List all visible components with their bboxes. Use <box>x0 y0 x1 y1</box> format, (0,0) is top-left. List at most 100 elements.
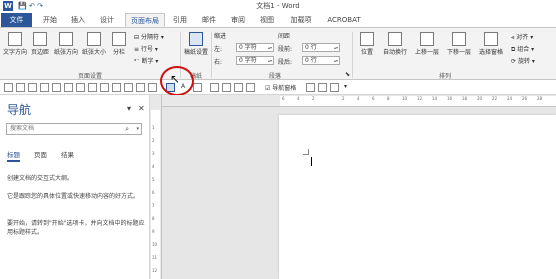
tab-insert[interactable]: 插入 <box>66 13 90 27</box>
spacing-before-label: 段前: <box>278 46 293 53</box>
nav-help-text-1: 创建文档的交互式大纲。 <box>7 175 74 182</box>
ruler-tick-label: 8 <box>387 96 390 101</box>
indent-right-label: 右: <box>214 59 223 66</box>
spacing-heading: 间距 <box>278 33 291 40</box>
rotate-button[interactable]: ⟳ 旋转 ▾ <box>511 56 535 65</box>
nav-pane-menu-icon[interactable]: ▾ <box>127 104 131 113</box>
nav-help-text-3: 要开始，请转到"开始"选项卡，并向文档中的标题应用标题样式。 <box>7 220 145 236</box>
line-numbers-button[interactable]: ≡ 行号 ▾ <box>134 44 158 53</box>
shading-icon[interactable] <box>234 83 243 92</box>
position-icon <box>360 32 374 46</box>
title-bar: W 💾 ↶ ↷ 文档1 - Word <box>0 0 556 13</box>
save-as-icon[interactable] <box>330 83 339 92</box>
ruler-tick-label: 6 <box>372 96 375 101</box>
wrap-text-icon <box>388 32 402 46</box>
tab-addins[interactable]: 加载项 <box>285 13 317 27</box>
text-direction-button[interactable]: 文字方向 <box>3 32 27 56</box>
picture-icon[interactable] <box>40 83 49 92</box>
ruler-tick-label: 16 <box>447 96 453 101</box>
manuscript-icon <box>189 32 203 46</box>
ruler-tick-label: 26 <box>522 96 528 101</box>
ruler-tick-label: 12 <box>417 96 423 101</box>
group-button[interactable]: ⧉ 组合 ▾ <box>511 44 534 54</box>
ruler-tick-label: 3 <box>152 151 155 156</box>
paragraph-dialog-launcher[interactable]: ⬊ <box>345 71 350 78</box>
send-backward-button[interactable]: 下移一层 <box>444 32 474 56</box>
ruler-tick-label: 6 <box>282 96 285 101</box>
shapes-icon[interactable] <box>52 83 61 92</box>
table-icon[interactable] <box>28 83 37 92</box>
print-preview-icon[interactable] <box>306 83 315 92</box>
indent-right-input[interactable]: 0 字符 <box>236 56 274 65</box>
spacing-before-input[interactable]: 0 行 <box>302 43 340 52</box>
orientation-button[interactable]: 纸张方向 <box>53 32 79 56</box>
indent-left-label: 左: <box>214 46 223 53</box>
comment-icon[interactable] <box>100 83 109 92</box>
search-icon[interactable]: ⌕ <box>125 124 129 134</box>
ruler-tick-label: 5 <box>152 177 155 182</box>
spacing-after-label: 段后: <box>278 59 293 66</box>
tab-design[interactable]: 设计 <box>95 13 119 27</box>
hyphenation-button[interactable]: ᵃ⁻ 断字 ▾ <box>134 56 158 65</box>
nav-tab-results[interactable]: 结果 <box>61 149 74 159</box>
size-button[interactable]: 纸张大小 <box>81 32 107 56</box>
tab-references[interactable]: 引用 <box>168 13 192 27</box>
margins-icon <box>33 32 47 46</box>
columns-button[interactable]: 分栏 <box>109 32 129 56</box>
nav-tab-headings[interactable]: 标题 <box>7 149 20 162</box>
indent-left-input[interactable]: 0 字符 <box>236 43 274 52</box>
search-dropdown-icon[interactable]: ▾ <box>136 124 139 134</box>
customize-toolbar-icon[interactable]: ▾ <box>344 83 347 90</box>
breaks-button[interactable]: ⊟ 分隔符 ▾ <box>134 32 164 41</box>
ruler-tick-label: 24 <box>507 96 513 101</box>
borders-icon[interactable] <box>222 83 231 92</box>
nav-search-input[interactable]: 搜索文档 ⌕ ▾ <box>6 123 142 135</box>
position-button[interactable]: 位置 <box>356 32 378 56</box>
line-spacing-icon[interactable] <box>210 83 219 92</box>
page-number-icon[interactable] <box>136 83 145 92</box>
tab-view[interactable]: 视图 <box>255 13 279 27</box>
nav-tab-pages[interactable]: 页面 <box>34 149 47 159</box>
window-title: 文档1 - Word <box>256 2 300 10</box>
text-cursor <box>311 157 312 166</box>
tab-file[interactable]: 文件 <box>1 13 32 27</box>
tab-review[interactable]: 审阅 <box>226 13 250 27</box>
wrap-text-button[interactable]: 自动换行 <box>380 32 410 56</box>
ribbon-tab-bar: 文件 开始 插入 设计 页面布局 引用 邮件 审阅 视图 加载项 ACROBAT <box>0 13 556 27</box>
ruler-tick-label: 18 <box>462 96 468 101</box>
align-button[interactable]: ⫷ 对齐 ▾ <box>511 32 533 42</box>
tab-page-layout[interactable]: 页面布局 <box>125 13 165 27</box>
ruler-tick-label: 28 <box>537 96 543 101</box>
ruler-tick-label: 8 <box>152 216 155 221</box>
format-painter-icon[interactable] <box>4 83 13 92</box>
ruler-tick-label: 7 <box>152 203 155 208</box>
link-icon[interactable] <box>76 83 85 92</box>
group-separator <box>352 32 353 78</box>
nav-pane-checkbox[interactable]: ☑ 导航窗格 <box>265 83 296 92</box>
tab-home[interactable]: 开始 <box>38 13 62 27</box>
document-page[interactable] <box>279 115 556 279</box>
tab-mailings[interactable]: 邮件 <box>197 13 221 27</box>
bookmark-icon[interactable] <box>88 83 97 92</box>
textbox-icon[interactable] <box>148 83 157 92</box>
brush-icon[interactable] <box>16 83 25 92</box>
spacing-after-input[interactable]: 0 行 <box>302 56 340 65</box>
ruler-tick-label: 1 <box>152 125 155 130</box>
ruler-tick-label: 4 <box>297 96 300 101</box>
footer-icon[interactable] <box>124 83 133 92</box>
manuscript-settings-button[interactable]: 稿纸设置 <box>184 32 208 56</box>
header-icon[interactable] <box>112 83 121 92</box>
mouse-cursor-icon: ↖ <box>170 72 181 86</box>
bring-forward-button[interactable]: 上移一层 <box>412 32 442 56</box>
chart-icon[interactable] <box>64 83 73 92</box>
send-backward-icon <box>452 32 466 46</box>
nav-pane-close-icon[interactable]: ✕ <box>138 104 145 113</box>
email-icon[interactable] <box>318 83 327 92</box>
indent-icon[interactable] <box>193 83 202 92</box>
margins-button[interactable]: 页边距 <box>29 32 51 56</box>
tab-acrobat[interactable]: ACROBAT <box>322 13 366 27</box>
symbol-icon[interactable] <box>246 83 255 92</box>
group-separator <box>211 32 212 78</box>
selection-pane-button[interactable]: 选择窗格 <box>476 32 506 56</box>
ruler-tick-label: 20 <box>477 96 483 101</box>
